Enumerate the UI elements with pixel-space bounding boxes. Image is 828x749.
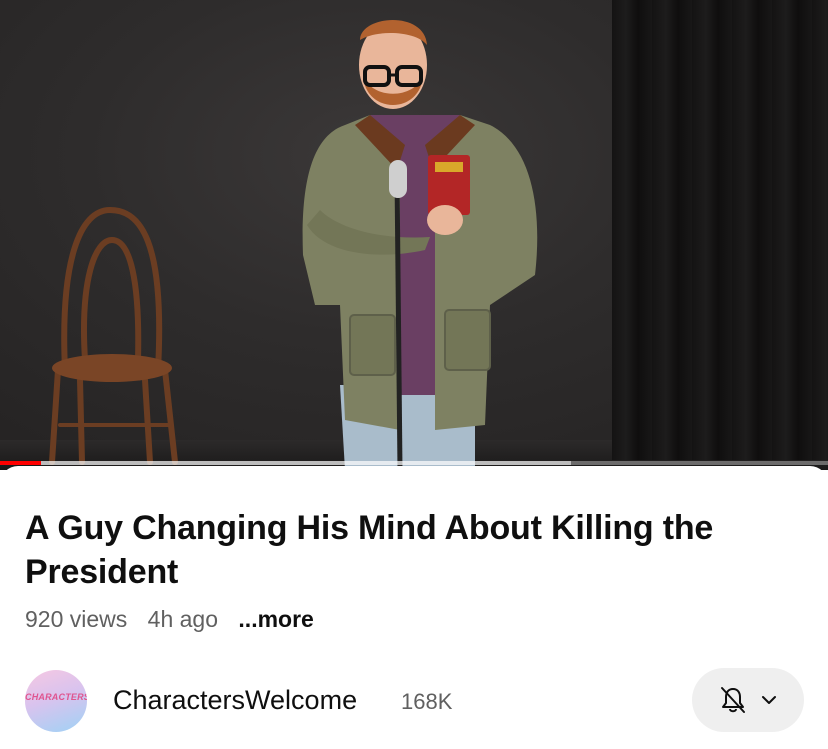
video-player[interactable] bbox=[0, 0, 828, 470]
channel-avatar[interactable]: CHARACTERS bbox=[25, 670, 87, 732]
view-count: 920 views bbox=[25, 606, 128, 632]
performer bbox=[302, 20, 538, 470]
channel-name[interactable]: CharactersWelcome bbox=[113, 685, 357, 716]
video-title[interactable]: A Guy Changing His Mind About Killing th… bbox=[25, 506, 805, 594]
video-metadata[interactable]: 920 views 4h ago ...more bbox=[25, 606, 314, 633]
stage-curtain bbox=[612, 0, 828, 460]
chevron-down-icon bbox=[762, 696, 776, 704]
subscriber-count: 168K bbox=[401, 689, 453, 714]
notification-bell-button[interactable] bbox=[692, 668, 804, 732]
avatar-logo-text: CHARACTERS bbox=[25, 692, 87, 702]
progress-buffered bbox=[0, 461, 572, 465]
bell-off-icon bbox=[721, 687, 745, 713]
upload-age: 4h ago bbox=[147, 606, 219, 632]
video-info-panel: A Guy Changing His Mind About Killing th… bbox=[0, 466, 828, 749]
more-button[interactable]: ...more bbox=[238, 606, 313, 632]
wooden-chair bbox=[49, 206, 178, 465]
video-progress-bar[interactable] bbox=[0, 461, 828, 465]
progress-played bbox=[0, 461, 42, 465]
